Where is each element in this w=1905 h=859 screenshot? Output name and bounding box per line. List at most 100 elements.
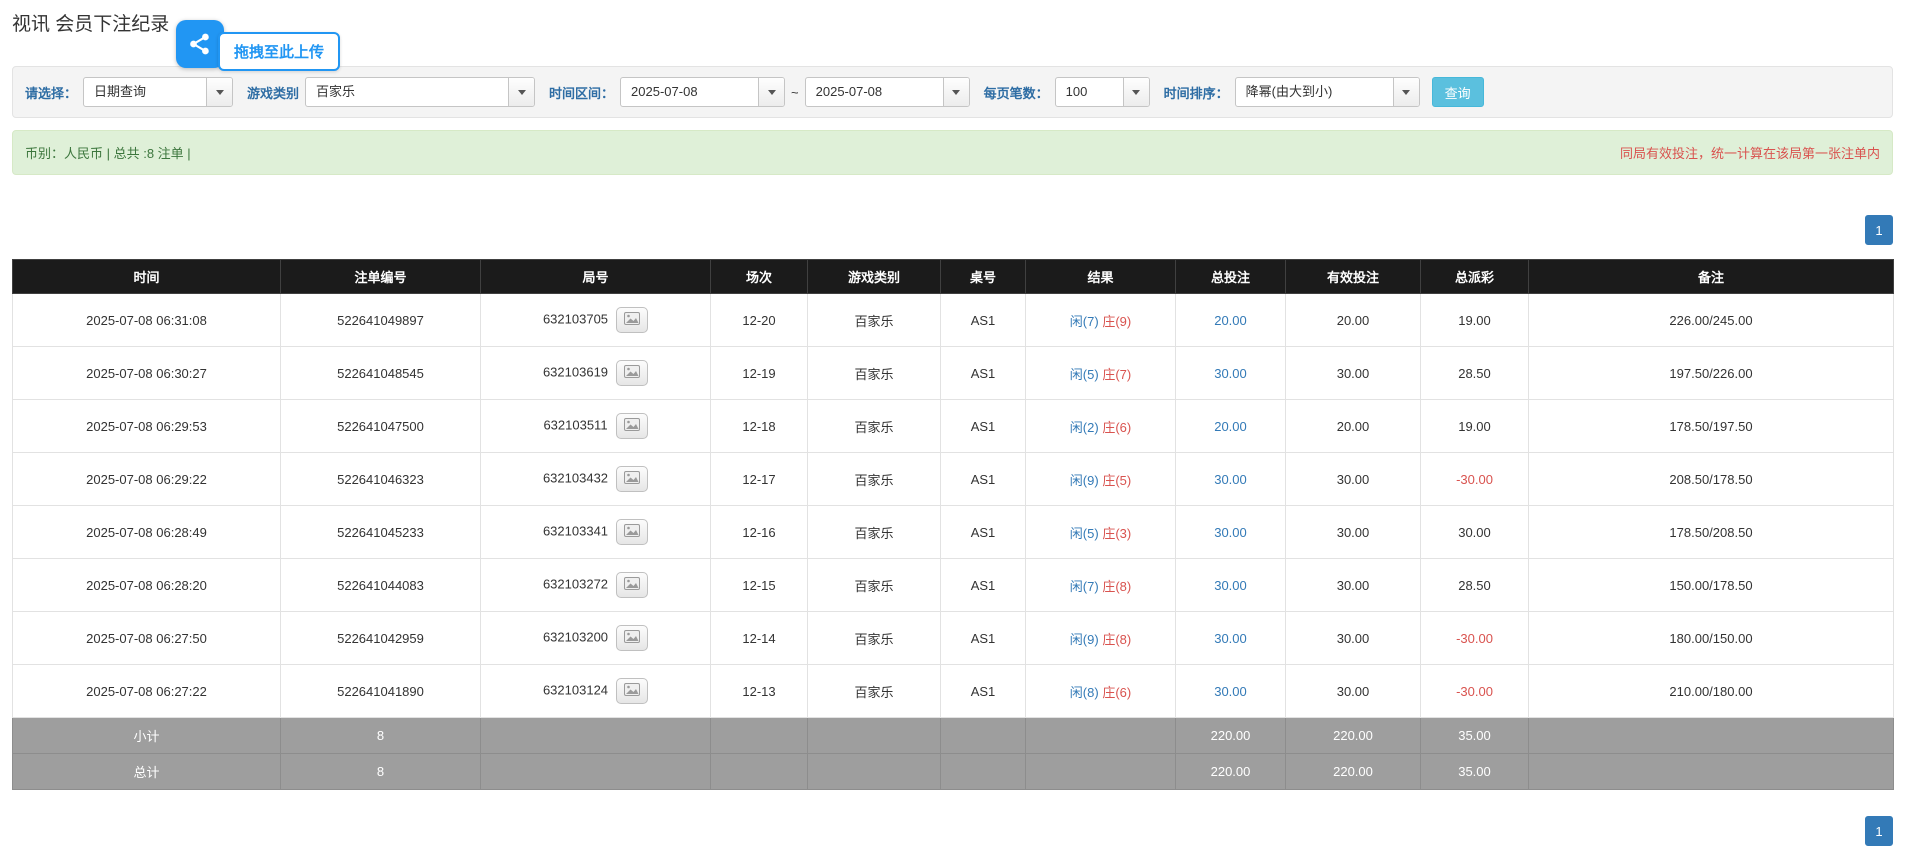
total-bet-link[interactable]: 30.00 [1214,631,1247,646]
grand-total-row: 总计8220.00220.0035.00 [13,754,1894,790]
roadmap-button[interactable] [616,307,648,333]
cell-valid-bet: 30.00 [1286,665,1421,718]
column-header: 桌号 [941,260,1026,294]
cell-game-type: 百家乐 [808,559,941,612]
cell-time: 2025-07-08 06:27:50 [13,612,281,665]
summary-empty-cell [941,754,1026,790]
result-banker: 庄(8) [1102,579,1131,594]
query-type-label: 请选择： [25,83,77,102]
result-banker: 庄(5) [1102,473,1131,488]
cell-valid-bet: 30.00 [1286,453,1421,506]
per-page-select[interactable]: 100 [1055,77,1150,107]
cell-remark: 150.00/178.50 [1529,559,1894,612]
summary-label: 总计 [13,754,281,790]
total-bet-link[interactable]: 30.00 [1214,578,1247,593]
cell-game-type: 百家乐 [808,506,941,559]
total-bet-link[interactable]: 20.00 [1214,419,1247,434]
result-player: 闲(2) [1070,420,1099,435]
cell-session: 12-14 [711,612,808,665]
query-type-dropdown-arrow[interactable] [206,78,232,106]
date-to-dropdown-arrow[interactable] [943,78,969,106]
page-1-button[interactable]: 1 [1865,215,1893,245]
cell-remark: 197.50/226.00 [1529,347,1894,400]
cell-valid-bet: 30.00 [1286,612,1421,665]
cell-time: 2025-07-08 06:29:22 [13,453,281,506]
game-type-dropdown-arrow[interactable] [508,78,534,106]
result-player: 闲(7) [1070,579,1099,594]
total-bet-link[interactable]: 20.00 [1214,313,1247,328]
cell-valid-bet: 20.00 [1286,294,1421,347]
page: 视讯 会员下注纪录 拖拽至此上传 请选择： 日期查询 游戏类别 百家乐 时间区间… [0,0,1905,858]
cell-game-type: 百家乐 [808,612,941,665]
cell-result: 闲(5) 庄(3) [1026,506,1176,559]
cell-game-type: 百家乐 [808,453,941,506]
cell-session: 12-16 [711,506,808,559]
date-to-select[interactable]: 2025-07-08 [805,77,970,107]
cell-total-bet: 20.00 [1176,400,1286,453]
table-row: 2025-07-08 06:27:22522641041890632103124… [13,665,1894,718]
subtotal-row: 小计8220.00220.0035.00 [13,718,1894,754]
roadmap-button[interactable] [616,413,648,439]
sort-order-dropdown-arrow[interactable] [1393,78,1419,106]
cell-round-no: 632103272 [481,559,711,612]
cell-table-no: AS1 [941,612,1026,665]
cell-session: 12-13 [711,665,808,718]
cell-game-type: 百家乐 [808,400,941,453]
summary-empty-cell [1026,718,1176,754]
cell-result: 闲(9) 庄(5) [1026,453,1176,506]
cell-result: 闲(8) 庄(6) [1026,665,1176,718]
round-no-text: 632103619 [543,364,608,379]
roadmap-button[interactable] [616,360,648,386]
roadmap-button[interactable] [616,519,648,545]
summary-empty-cell [1026,754,1176,790]
search-button[interactable]: 查询 [1432,77,1484,107]
column-header: 场次 [711,260,808,294]
summary-count: 8 [281,754,481,790]
cell-round-no: 632103619 [481,347,711,400]
page-1-button[interactable]: 1 [1865,816,1893,846]
date-to-value: 2025-07-08 [806,78,943,106]
game-type-select[interactable]: 百家乐 [305,77,535,107]
roadmap-button[interactable] [616,466,648,492]
cell-round-no: 632103341 [481,506,711,559]
cell-round-no: 632103200 [481,612,711,665]
column-header: 结果 [1026,260,1176,294]
date-from-dropdown-arrow[interactable] [758,78,784,106]
per-page-dropdown-arrow[interactable] [1123,78,1149,106]
sort-order-select[interactable]: 降幂(由大到小) [1235,77,1420,107]
chevron-down-icon [1402,90,1410,95]
roadmap-button[interactable] [616,678,648,704]
chevron-down-icon [518,90,526,95]
column-header: 总投注 [1176,260,1286,294]
cell-total-bet: 30.00 [1176,347,1286,400]
summary-payout: 35.00 [1421,754,1529,790]
cell-result: 闲(9) 庄(8) [1026,612,1176,665]
column-header: 总派彩 [1421,260,1529,294]
roadmap-icon [624,577,640,593]
cell-total-bet: 20.00 [1176,294,1286,347]
roadmap-button[interactable] [616,572,648,598]
cell-remark: 226.00/245.00 [1529,294,1894,347]
total-bet-link[interactable]: 30.00 [1214,525,1247,540]
cell-table-no: AS1 [941,294,1026,347]
upload-icon [176,20,224,68]
query-type-value: 日期查询 [84,78,206,106]
cell-round-no: 632103124 [481,665,711,718]
total-bet-link[interactable]: 30.00 [1214,366,1247,381]
roadmap-icon [624,524,640,540]
cell-payout: 28.50 [1421,559,1529,612]
cell-session: 12-17 [711,453,808,506]
round-no-text: 632103432 [543,470,608,485]
cell-session: 12-15 [711,559,808,612]
date-from-select[interactable]: 2025-07-08 [620,77,785,107]
table-row: 2025-07-08 06:30:27522641048545632103619… [13,347,1894,400]
query-type-select[interactable]: 日期查询 [83,77,233,107]
cell-payout: 30.00 [1421,506,1529,559]
cell-payout: -30.00 [1421,665,1529,718]
roadmap-button[interactable] [616,625,648,651]
total-bet-link[interactable]: 30.00 [1214,472,1247,487]
result-banker: 庄(9) [1102,314,1131,329]
total-bet-link[interactable]: 30.00 [1214,684,1247,699]
upload-dropzone[interactable]: 拖拽至此上传 [176,20,340,71]
cell-valid-bet: 30.00 [1286,347,1421,400]
